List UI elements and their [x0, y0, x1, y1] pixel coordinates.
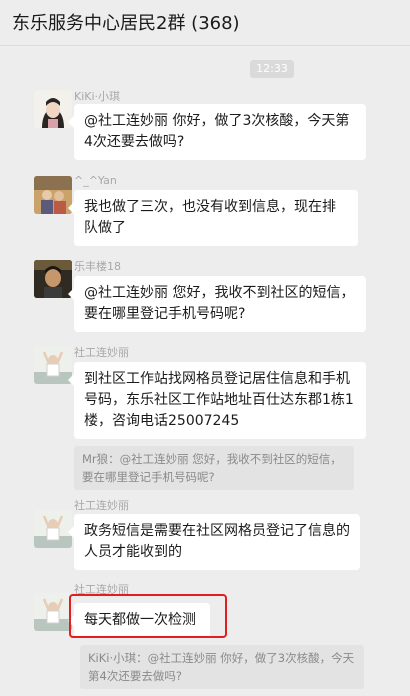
avatar[interactable] — [34, 346, 72, 384]
chat-title: 东乐服务中心居民2群 (368) — [12, 13, 240, 34]
chat-header: 东乐服务中心居民2群 (368) — [0, 0, 410, 46]
message-bubble[interactable]: @社工连妙丽 你好，做了3次核酸，今天第4次还要去做吗? — [68, 104, 366, 160]
avatar-social-worker-icon — [34, 593, 72, 631]
quoted-message[interactable]: KiKi·小琪：@社工连妙丽 你好，做了3次核酸，今天第4次还要去做吗? — [80, 645, 364, 689]
sender-name: 社工连妙丽 — [74, 346, 129, 359]
sender-name: 社工连妙丽 — [74, 499, 129, 512]
timestamp: 12:33 — [250, 60, 294, 78]
message-bubble[interactable]: 政务短信是需要在社区网格员登记了信息的人员才能收到的 — [68, 514, 360, 570]
avatar[interactable] — [34, 593, 72, 631]
avatar-social-worker-icon — [34, 510, 72, 548]
avatar[interactable] — [34, 176, 72, 214]
sender-name: 乐丰楼18 — [74, 260, 121, 273]
quoted-message[interactable]: Mr狼：@社工连妙丽 您好，我收不到社区的短信，要在哪里登记手机号码呢? — [74, 446, 354, 490]
sender-name: KiKi·小琪 — [74, 90, 121, 103]
avatar-girl-icon — [34, 90, 72, 128]
avatar[interactable] — [34, 90, 72, 128]
avatar[interactable] — [34, 510, 72, 548]
message-bubble[interactable]: 到社区工作站找网格员登记居住信息和手机号码，东乐社区工作站地址百仕达东郡1栋1楼… — [68, 362, 366, 439]
avatar-man-icon — [34, 260, 72, 298]
avatar-photo-icon — [34, 176, 72, 214]
sender-name: ^_^Yan — [74, 174, 117, 187]
avatar-social-worker-icon — [34, 346, 72, 384]
red-highlight-box — [69, 594, 227, 638]
message-bubble[interactable]: 我也做了三次，也没有收到信息，现在排队做了 — [68, 190, 358, 246]
message-bubble[interactable]: @社工连妙丽 您好，我收不到社区的短信，要在哪里登记手机号码呢? — [68, 276, 366, 332]
avatar[interactable] — [34, 260, 72, 298]
